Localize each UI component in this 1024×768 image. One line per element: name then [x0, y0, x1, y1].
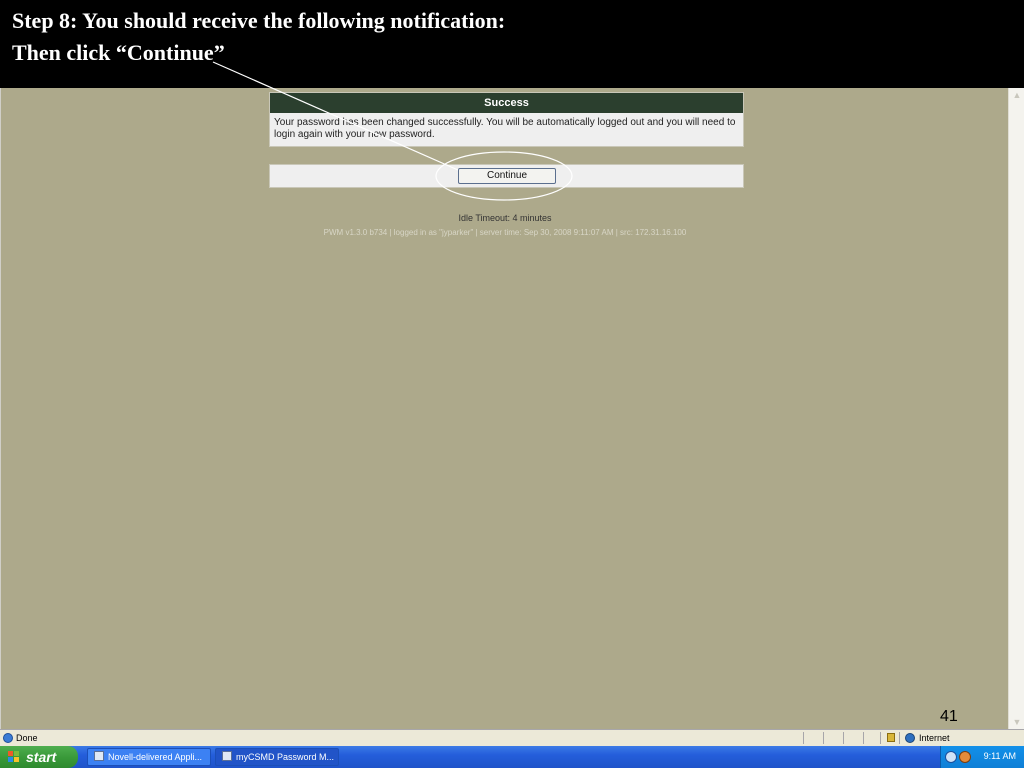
- start-label: start: [26, 749, 57, 765]
- success-title: Success: [270, 93, 743, 113]
- slide-instruction-continue: Then click “Continue”: [12, 40, 225, 65]
- continue-button[interactable]: Continue: [458, 168, 556, 184]
- status-divider: [863, 732, 864, 744]
- taskbar-button-mycsmd[interactable]: myCSMD Password M...: [215, 748, 339, 766]
- continue-panel: Continue: [269, 164, 744, 188]
- status-divider: [880, 732, 881, 744]
- status-divider: [843, 732, 844, 744]
- slide-instruction: Step 8: You should receive the following…: [12, 8, 506, 33]
- taskbar-button-novell[interactable]: Novell-delivered Appli...: [87, 748, 211, 766]
- status-divider: [823, 732, 824, 744]
- system-tray: 9:11 AM: [940, 746, 1024, 768]
- slide-header: Step 8: You should receive the following…: [0, 0, 1024, 88]
- taskbar-button-label: Novell-delivered Appli...: [108, 752, 203, 762]
- browser-viewport: Success Your password has been changed s…: [0, 88, 1024, 729]
- scroll-up-icon[interactable]: ▲: [1010, 88, 1024, 102]
- browser-status-bar: Done Internet: [0, 729, 1024, 746]
- server-info: PWM v1.3.0 b734 | logged in as "jyparker…: [323, 228, 687, 237]
- ie-page-icon: [3, 733, 13, 743]
- taskbar-button-label: myCSMD Password M...: [236, 752, 335, 762]
- success-panel: Success Your password has been changed s…: [269, 92, 744, 147]
- lock-icon: [887, 733, 895, 742]
- status-text: Done: [16, 733, 38, 743]
- status-divider: [803, 732, 804, 744]
- window-icon: [222, 751, 232, 761]
- slide-page-number: 41: [940, 708, 958, 725]
- tray-app-icon[interactable]: [959, 751, 971, 763]
- security-zone: Internet: [919, 733, 950, 743]
- idle-timeout: Idle Timeout: 4 minutes: [458, 213, 552, 223]
- status-divider: [899, 732, 900, 744]
- start-button[interactable]: start: [0, 746, 78, 768]
- vertical-scrollbar[interactable]: ▲ ▼: [1008, 88, 1024, 729]
- success-message: Your password has been changed successfu…: [274, 117, 736, 140]
- windows-taskbar: start Novell-delivered Appli... myCSMD P…: [0, 746, 1024, 768]
- globe-icon: [905, 733, 915, 743]
- tray-network-icon[interactable]: [945, 751, 957, 763]
- windows-flag-icon: [8, 751, 20, 763]
- scroll-down-icon[interactable]: ▼: [1010, 715, 1024, 729]
- window-icon: [94, 751, 104, 761]
- clock: 9:11 AM: [983, 751, 1016, 761]
- page-content: Success Your password has been changed s…: [0, 88, 1008, 729]
